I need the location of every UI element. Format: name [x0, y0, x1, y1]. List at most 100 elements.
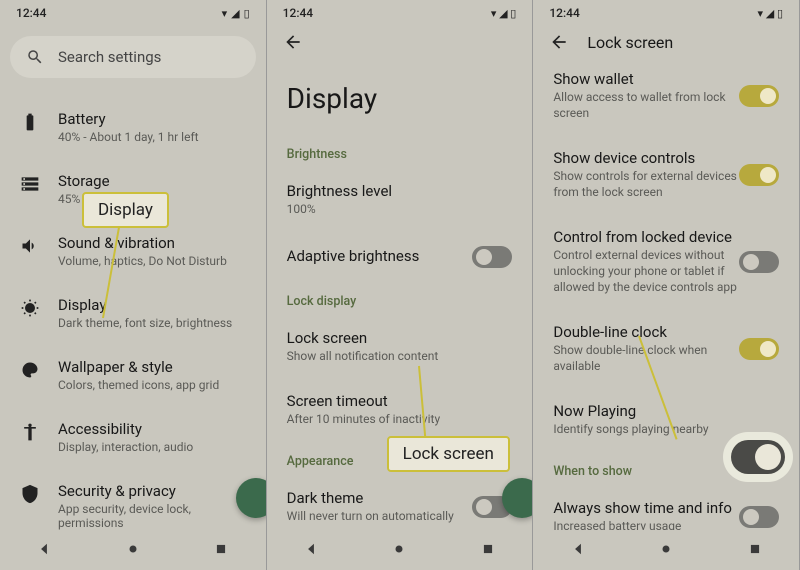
- row-sub: Show all notification content: [287, 349, 513, 365]
- search-icon: [26, 48, 44, 66]
- callout-highlight-toggle: [731, 440, 785, 474]
- item-title: Storage: [58, 172, 246, 190]
- row-title: Lock screen: [287, 329, 513, 347]
- panel-lockscreen-settings: 12:44 ▾ ◢ ▯ Lock screen Show walletAllow…: [533, 0, 800, 570]
- row-screen-timeout[interactable]: Screen timeout After 10 minutes of inacti…: [267, 378, 533, 442]
- row-title: Show wallet: [553, 70, 739, 88]
- fab-button[interactable]: [502, 478, 533, 518]
- panel-settings-main: 12:44 ▾ ◢ ▯ Search settings Battery 40% -…: [0, 0, 267, 570]
- nav-recent-icon[interactable]: [214, 542, 228, 556]
- back-icon[interactable]: [549, 32, 569, 52]
- status-icons: ▾ ◢ ▯: [222, 7, 250, 20]
- status-bar: 12:44 ▾ ◢ ▯: [533, 0, 799, 22]
- settings-item-security[interactable]: Security & privacy App security, device l…: [0, 468, 266, 530]
- row-sub: Identify songs playing nearby: [553, 422, 779, 438]
- section-lockdisplay: Lock display: [267, 282, 533, 315]
- settings-item-wallpaper[interactable]: Wallpaper & style Colors, themed icons, a…: [0, 344, 266, 406]
- toggle-double-line-clock[interactable]: [739, 338, 779, 360]
- status-bar: 12:44 ▾ ◢ ▯: [0, 0, 266, 22]
- item-title: Battery: [58, 110, 246, 128]
- settings-item-accessibility[interactable]: Accessibility Display, interaction, audio: [0, 406, 266, 468]
- nav-recent-icon[interactable]: [748, 542, 762, 556]
- row-title: Control from locked device: [553, 228, 739, 246]
- search-placeholder: Search settings: [58, 48, 161, 66]
- item-sub: Volume, haptics, Do Not Disturb: [58, 254, 246, 268]
- item-sub: Colors, themed icons, app grid: [58, 378, 246, 392]
- row-lock-screen[interactable]: Lock screen Show all notification content: [267, 315, 533, 379]
- back-icon[interactable]: [283, 32, 303, 52]
- nav-back-icon[interactable]: [304, 542, 318, 556]
- row-sub: Increased battery usage: [553, 519, 739, 530]
- toggle-show-wallet[interactable]: [739, 85, 779, 107]
- sound-icon: [20, 236, 40, 256]
- panel-display-settings: 12:44 ▾ ◢ ▯ Display Brightness Brightnes…: [267, 0, 534, 570]
- search-settings-input[interactable]: Search settings: [10, 36, 256, 78]
- status-time: 12:44: [16, 6, 46, 20]
- row-title: Adaptive brightness: [287, 247, 473, 265]
- status-bar: 12:44 ▾ ◢ ▯: [267, 0, 533, 22]
- battery-icon: [20, 112, 40, 132]
- wifi-icon: ▾: [222, 7, 228, 20]
- section-brightness: Brightness: [267, 135, 533, 168]
- signal-icon: ◢: [231, 7, 239, 20]
- page-title: Display: [267, 56, 533, 135]
- item-title: Accessibility: [58, 420, 246, 438]
- item-sub: Display, interaction, audio: [58, 440, 246, 454]
- row-title: Dark theme: [287, 489, 473, 507]
- settings-item-display[interactable]: Display Dark theme, font size, brightness: [0, 282, 266, 344]
- shield-icon: [20, 484, 40, 504]
- row-sub: 100%: [287, 202, 513, 218]
- row-title: Show device controls: [553, 149, 739, 167]
- item-sub: 40% - About 1 day, 1 hr left: [58, 130, 246, 144]
- item-title: Security & privacy: [58, 482, 246, 500]
- settings-item-sound[interactable]: Sound & vibration Volume, haptics, Do Not…: [0, 220, 266, 282]
- item-title: Sound & vibration: [58, 234, 246, 252]
- palette-icon: [20, 360, 40, 380]
- android-nav-bar: [0, 530, 266, 570]
- storage-icon: [20, 174, 40, 194]
- row-show-wallet[interactable]: Show walletAllow access to wallet from l…: [533, 56, 799, 135]
- nav-home-icon[interactable]: [659, 542, 673, 556]
- nav-back-icon[interactable]: [37, 542, 51, 556]
- row-sub: Will never turn on automatically: [287, 509, 473, 525]
- row-sub: Control external devices without unlocki…: [553, 248, 739, 295]
- item-title: Wallpaper & style: [58, 358, 246, 376]
- toggle-control-from-locked[interactable]: [739, 251, 779, 273]
- accessibility-icon: [20, 422, 40, 442]
- item-sub: 45% use: [58, 192, 246, 206]
- settings-item-battery[interactable]: Battery 40% - About 1 day, 1 hr left: [0, 96, 266, 158]
- battery-icon: ▯: [244, 7, 250, 20]
- item-sub: Dark theme, font size, brightness: [58, 316, 246, 330]
- nav-home-icon[interactable]: [392, 542, 406, 556]
- toggle-show-device-controls[interactable]: [739, 164, 779, 186]
- display-icon: [20, 298, 40, 318]
- status-time: 12:44: [283, 6, 313, 20]
- item-sub: App security, device lock, permissions: [58, 502, 246, 530]
- android-nav-bar: [533, 530, 799, 570]
- item-title: Display: [58, 296, 246, 314]
- row-title: Double-line clock: [553, 323, 739, 341]
- android-nav-bar: [267, 530, 533, 570]
- row-title: Always show time and info: [553, 499, 739, 517]
- row-dark-theme[interactable]: Dark theme Will never turn on automatical…: [267, 475, 533, 530]
- row-always-show-time[interactable]: Always show time and info Increased batte…: [533, 485, 799, 530]
- row-sub: Show controls for external devices from …: [553, 169, 739, 200]
- toggle-adaptive-brightness[interactable]: [472, 246, 512, 268]
- toggle-always-show-time[interactable]: [739, 506, 779, 528]
- row-double-line-clock[interactable]: Double-line clockShow double-line clock …: [533, 309, 799, 388]
- settings-item-storage[interactable]: Storage 45% use: [0, 158, 266, 220]
- header-title: Lock screen: [587, 33, 673, 52]
- nav-recent-icon[interactable]: [481, 542, 495, 556]
- status-icons: ▾ ◢ ▯: [491, 7, 517, 20]
- nav-home-icon[interactable]: [126, 542, 140, 556]
- row-control-from-locked[interactable]: Control from locked device Control extern…: [533, 214, 799, 309]
- row-adaptive-brightness[interactable]: Adaptive brightness: [267, 232, 533, 282]
- row-show-device-controls[interactable]: Show device controls Show controls for ex…: [533, 135, 799, 214]
- row-title: Screen timeout: [287, 392, 513, 410]
- nav-back-icon[interactable]: [571, 542, 585, 556]
- row-brightness-level[interactable]: Brightness level100%: [267, 168, 533, 232]
- status-icons: ▾ ◢ ▯: [758, 7, 784, 20]
- section-appearance: Appearance: [267, 442, 533, 475]
- status-time: 12:44: [549, 6, 579, 20]
- row-sub: After 10 minutes of inactivity: [287, 412, 513, 428]
